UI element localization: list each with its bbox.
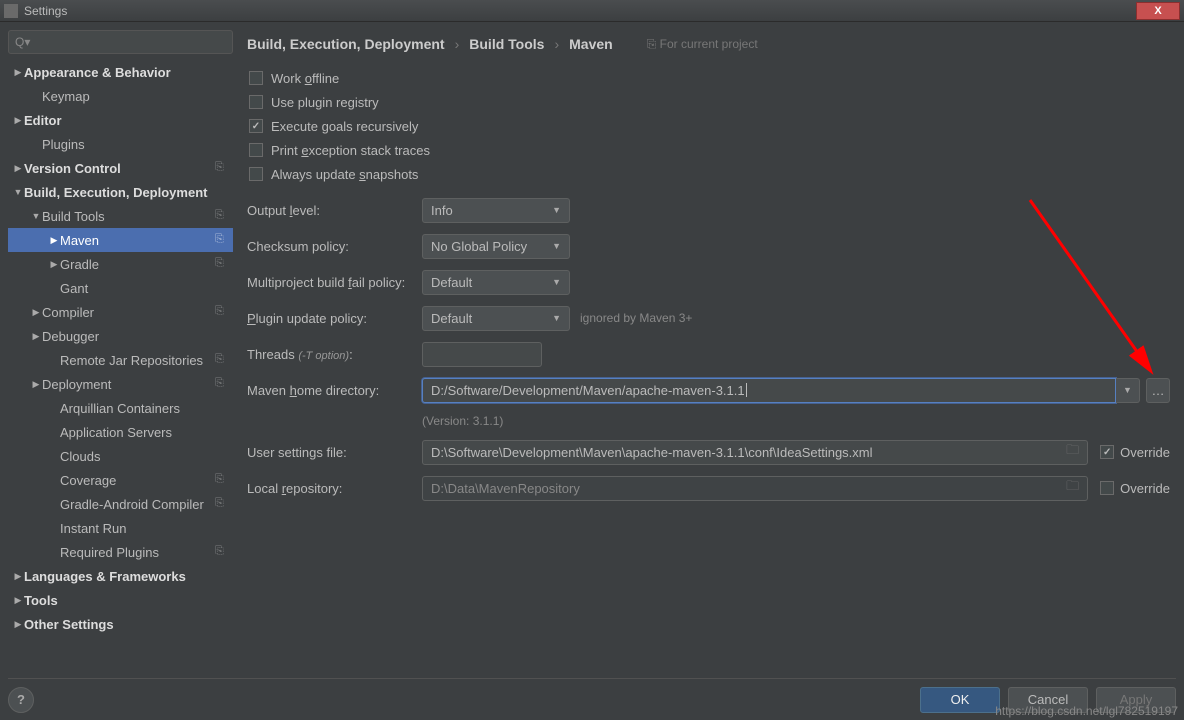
tree-appearance[interactable]: ▶Appearance & Behavior [8, 60, 233, 84]
tree-gant[interactable]: Gant [8, 276, 233, 300]
tree-app-servers[interactable]: Application Servers [8, 420, 233, 444]
breadcrumb: Build, Execution, Deployment › Build Too… [247, 30, 1170, 58]
multiproject-label: Multiproject build fail policy: [247, 275, 422, 290]
copy-icon: ⎘ [215, 257, 229, 271]
tree-gradle[interactable]: ▶Gradle⎘ [8, 252, 233, 276]
maven-home-input[interactable]: D:/Software/Development/Maven/apache-mav… [422, 378, 1116, 403]
copy-icon: ⎘ [215, 209, 229, 223]
always-update-row[interactable]: Always update snapshots [249, 162, 1170, 186]
use-plugin-registry-row[interactable]: Use plugin registry [249, 90, 1170, 114]
tree-editor[interactable]: ▶Editor [8, 108, 233, 132]
tree-version-control[interactable]: ▶Version Control⎘ [8, 156, 233, 180]
tree-debugger[interactable]: ▶Debugger [8, 324, 233, 348]
checkbox[interactable] [1100, 445, 1114, 459]
tree-tools[interactable]: ▶Tools [8, 588, 233, 612]
breadcrumb-sep: › [455, 36, 460, 52]
window-title: Settings [24, 4, 1136, 18]
help-button[interactable]: ? [8, 687, 34, 713]
tree-build-tools[interactable]: ▼Build Tools⎘ [8, 204, 233, 228]
project-scope-hint: ⎘ For current project [647, 37, 758, 52]
copy-icon: ⎘ [215, 161, 229, 175]
threads-label: Threads (-T option): [247, 347, 422, 362]
ok-button[interactable]: OK [920, 687, 1000, 713]
copy-icon: ⎘ [215, 473, 229, 487]
maven-version-label: (Version: 3.1.1) [422, 414, 503, 428]
tree-coverage[interactable]: Coverage⎘ [8, 468, 233, 492]
tree-clouds[interactable]: Clouds [8, 444, 233, 468]
tree-plugins[interactable]: Plugins [8, 132, 233, 156]
plugin-update-label: Plugin update policy: [247, 311, 422, 326]
chevron-down-icon: ▼ [552, 205, 561, 215]
crumb-bed[interactable]: Build, Execution, Deployment [247, 36, 445, 52]
checkbox[interactable] [249, 167, 263, 181]
tree-required-plugins[interactable]: Required Plugins⎘ [8, 540, 233, 564]
copy-icon: ⎘ [215, 377, 229, 391]
user-settings-input[interactable]: D:\Software\Development\Maven\apache-mav… [422, 440, 1088, 465]
checkbox[interactable] [249, 143, 263, 157]
local-repo-override[interactable]: Override [1100, 481, 1170, 496]
close-button[interactable]: X [1136, 2, 1180, 20]
tree-bed[interactable]: ▼Build, Execution, Deployment [8, 180, 233, 204]
copy-icon: ⎘ [215, 497, 229, 511]
user-settings-override[interactable]: Override [1100, 445, 1170, 460]
checkbox[interactable] [249, 95, 263, 109]
work-offline-row[interactable]: Work offline [249, 66, 1170, 90]
tree-other[interactable]: ▶Other Settings [8, 612, 233, 636]
maven-home-dropdown-button[interactable]: ▼ [1116, 378, 1140, 403]
tree-remote-jar[interactable]: Remote Jar Repositories⎘ [8, 348, 233, 372]
copy-icon: ⎘ [215, 353, 229, 367]
print-exception-row[interactable]: Print exception stack traces [249, 138, 1170, 162]
multiproject-dropdown[interactable]: Default▼ [422, 270, 570, 295]
checkbox[interactable] [249, 119, 263, 133]
content-panel: Build, Execution, Deployment › Build Too… [241, 30, 1176, 666]
app-icon [4, 4, 18, 18]
tree-arquillian[interactable]: Arquillian Containers [8, 396, 233, 420]
checkbox[interactable] [249, 71, 263, 85]
settings-tree: ▶Appearance & Behavior Keymap ▶Editor Pl… [8, 60, 233, 666]
tree-maven[interactable]: ▶Maven⎘ [8, 228, 233, 252]
local-repo-label: Local repository: [247, 481, 422, 496]
crumb-buildtools[interactable]: Build Tools [469, 36, 544, 52]
output-level-dropdown[interactable]: Info▼ [422, 198, 570, 223]
maven-home-label: Maven home directory: [247, 383, 422, 398]
tree-languages[interactable]: ▶Languages & Frameworks [8, 564, 233, 588]
local-repo-input[interactable]: D:\Data\MavenRepository🗀 [422, 476, 1088, 501]
titlebar: Settings X [0, 0, 1184, 22]
output-level-label: Output level: [247, 203, 422, 218]
search-input[interactable]: Q▾ [8, 30, 233, 54]
checksum-dropdown[interactable]: No Global Policy▼ [422, 234, 570, 259]
plugin-update-hint: ignored by Maven 3+ [580, 311, 692, 325]
sidebar: Q▾ ▶Appearance & Behavior Keymap ▶Editor… [8, 30, 233, 666]
tree-compiler[interactable]: ▶Compiler⎘ [8, 300, 233, 324]
breadcrumb-sep: › [554, 36, 559, 52]
watermark: https://blog.csdn.net/lgl782519197 [995, 704, 1178, 718]
search-icon: Q▾ [15, 35, 30, 49]
tree-keymap[interactable]: Keymap [8, 84, 233, 108]
crumb-maven: Maven [569, 36, 613, 52]
chevron-down-icon: ▼ [552, 277, 561, 287]
folder-icon[interactable]: 🗀 [1061, 441, 1079, 463]
folder-icon[interactable]: 🗀 [1061, 477, 1079, 499]
copy-icon: ⎘ [215, 305, 229, 319]
copy-icon: ⎘ [215, 545, 229, 559]
chevron-down-icon: ▼ [552, 313, 561, 323]
execute-goals-row[interactable]: Execute goals recursively [249, 114, 1170, 138]
user-settings-label: User settings file: [247, 445, 422, 460]
maven-home-browse-button[interactable]: … [1146, 378, 1170, 403]
threads-input[interactable] [422, 342, 542, 367]
checksum-label: Checksum policy: [247, 239, 422, 254]
chevron-down-icon: ▼ [552, 241, 561, 251]
tree-instant-run[interactable]: Instant Run [8, 516, 233, 540]
tree-deployment[interactable]: ▶Deployment⎘ [8, 372, 233, 396]
checkbox[interactable] [1100, 481, 1114, 495]
tree-gradle-android[interactable]: Gradle-Android Compiler⎘ [8, 492, 233, 516]
plugin-update-dropdown[interactable]: Default▼ [422, 306, 570, 331]
copy-icon: ⎘ [215, 233, 229, 247]
